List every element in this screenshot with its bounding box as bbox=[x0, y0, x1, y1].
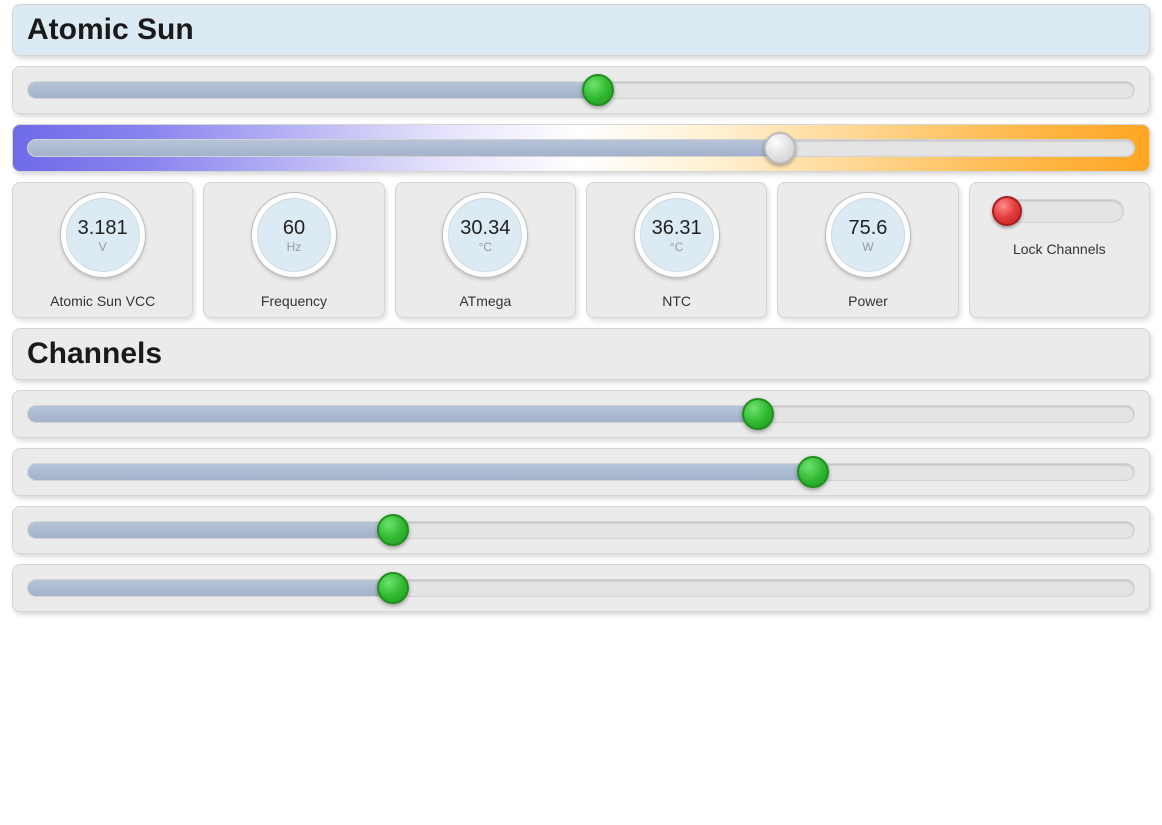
gauge-value: 36.31 bbox=[652, 217, 702, 240]
channel-slider[interactable] bbox=[27, 405, 1135, 423]
channel-slider-panel bbox=[12, 448, 1150, 496]
channel-slider-panel bbox=[12, 390, 1150, 438]
channel-slider-panel bbox=[12, 506, 1150, 554]
gauge-dial: 36.31°C bbox=[635, 193, 719, 277]
brightness-slider-fill bbox=[28, 82, 598, 98]
lock-channels-toggle-knob[interactable] bbox=[992, 196, 1022, 226]
gauge-unit: V bbox=[99, 240, 107, 254]
color-temp-slider[interactable] bbox=[27, 139, 1135, 157]
channel-slider-fill bbox=[28, 406, 758, 422]
gauge-dial: 75.6W bbox=[826, 193, 910, 277]
gauge-unit: °C bbox=[479, 240, 492, 254]
gauge-unit: °C bbox=[670, 240, 683, 254]
gauge-card: 60Hz Frequency bbox=[203, 182, 384, 318]
section-title: Atomic Sun bbox=[27, 13, 1135, 47]
gauge-dial: 60Hz bbox=[252, 193, 336, 277]
gauge-label: ATmega bbox=[459, 293, 511, 309]
gauge-card: 36.31°C NTC bbox=[586, 182, 767, 318]
gauge-unit: W bbox=[862, 240, 873, 254]
gauge-card: 75.6W Power bbox=[777, 182, 958, 318]
channel-slider-thumb[interactable] bbox=[377, 572, 409, 604]
color-temp-slider-panel bbox=[12, 124, 1150, 172]
gauge-value: 3.181 bbox=[78, 217, 128, 240]
gauge-card: 30.34°C ATmega bbox=[395, 182, 576, 318]
color-temp-slider-thumb[interactable] bbox=[764, 132, 796, 164]
lock-channels-label: Lock Channels bbox=[1013, 241, 1106, 257]
gauge-dial: 30.34°C bbox=[443, 193, 527, 277]
lock-channels-toggle[interactable] bbox=[994, 199, 1124, 223]
brightness-slider[interactable] bbox=[27, 81, 1135, 99]
gauge-dial: 3.181V bbox=[61, 193, 145, 277]
gauge-label: NTC bbox=[662, 293, 691, 309]
channel-slider-thumb[interactable] bbox=[797, 456, 829, 488]
channel-slider-panel bbox=[12, 564, 1150, 612]
gauge-unit: Hz bbox=[287, 240, 302, 254]
gauges-row: 3.181VAtomic Sun VCC60HzFrequency30.34°C… bbox=[12, 182, 1150, 318]
gauge-label: Power bbox=[848, 293, 888, 309]
gauge-label: Frequency bbox=[261, 293, 327, 309]
channel-slider-fill bbox=[28, 522, 393, 538]
gauge-value: 75.6 bbox=[849, 217, 888, 240]
channel-slider-fill bbox=[28, 580, 393, 596]
color-temp-slider-fill bbox=[28, 140, 780, 156]
section-header-channels: Channels bbox=[12, 328, 1150, 380]
channel-slider[interactable] bbox=[27, 521, 1135, 539]
channel-slider[interactable] bbox=[27, 579, 1135, 597]
channel-slider-fill bbox=[28, 464, 813, 480]
lock-channels-card: Lock Channels bbox=[969, 182, 1150, 318]
gauge-label: Atomic Sun VCC bbox=[50, 293, 155, 309]
section-title: Channels bbox=[27, 337, 1135, 371]
section-header-atomic-sun: Atomic Sun bbox=[12, 4, 1150, 56]
gauge-value: 60 bbox=[283, 217, 305, 240]
brightness-slider-panel bbox=[12, 66, 1150, 114]
brightness-slider-thumb[interactable] bbox=[582, 74, 614, 106]
channel-slider-thumb[interactable] bbox=[377, 514, 409, 546]
gauge-value: 30.34 bbox=[460, 217, 510, 240]
channel-slider[interactable] bbox=[27, 463, 1135, 481]
gauge-card: 3.181V Atomic Sun VCC bbox=[12, 182, 193, 318]
channel-slider-thumb[interactable] bbox=[742, 398, 774, 430]
